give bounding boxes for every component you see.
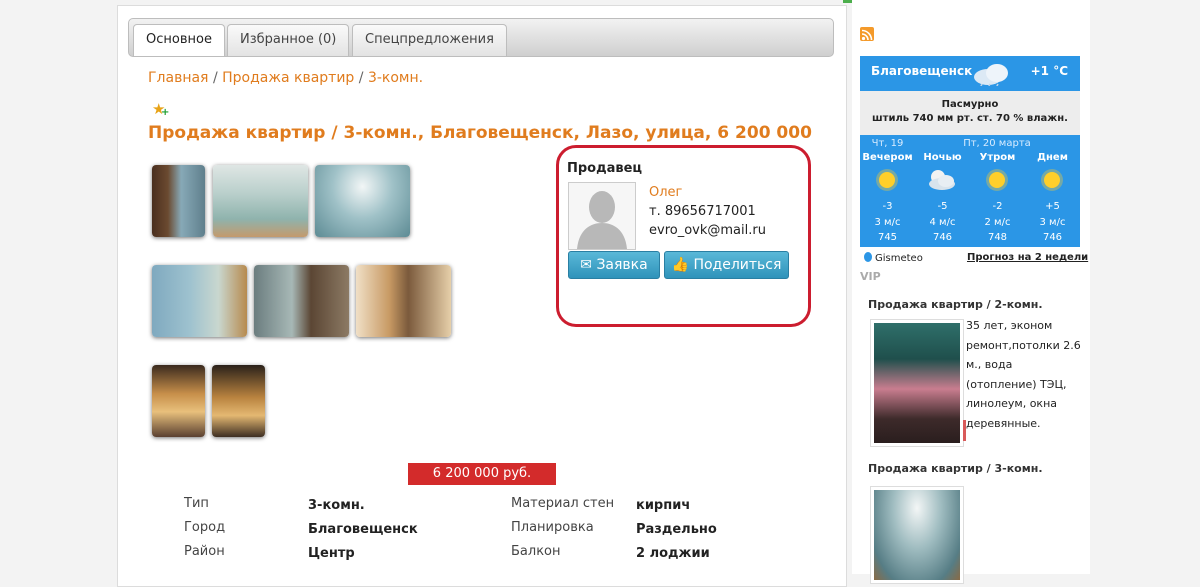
- detail-label-type: Тип: [184, 496, 209, 511]
- vip-ad-image[interactable]: [870, 319, 964, 447]
- detail-value-layout: Раздельно: [636, 522, 717, 537]
- forecast-wind: 3 м/с: [1039, 217, 1066, 228]
- weather-condition: Пасмурно: [941, 99, 999, 110]
- photo-thumbnail[interactable]: [152, 165, 205, 237]
- forecast-pressure: 745: [877, 232, 898, 243]
- detail-label-district: Район: [184, 544, 225, 559]
- detail-value-district: Центр: [308, 546, 355, 561]
- forecast-period-name: Вечером: [862, 152, 913, 163]
- forecast-temp: -5: [937, 201, 948, 212]
- thumbs-up-icon: 👍: [671, 257, 689, 273]
- weather-stats: штиль 740 мм рт. ст. 70 % влажн.: [872, 113, 1068, 124]
- forecast-pressure: 748: [987, 232, 1008, 243]
- tab-favorites[interactable]: Избранное (0): [227, 24, 350, 56]
- breadcrumb-separator: /: [358, 70, 364, 86]
- photo-thumbnail[interactable]: [212, 365, 265, 437]
- forecast-wind: 3 м/с: [874, 217, 901, 228]
- right-sidebar: Благовещенск +1 °C Пасмурно штиль 740 мм…: [852, 0, 1090, 584]
- forecast-temp: -2: [992, 201, 1003, 212]
- sun-icon: [989, 172, 1005, 188]
- forecast-wind: 2 м/с: [984, 217, 1011, 228]
- photo-thumbnail[interactable]: [213, 165, 308, 237]
- breadcrumb: Главная / Продажа квартир / 3-комн.: [148, 70, 423, 86]
- breadcrumb-home[interactable]: Главная: [148, 70, 208, 86]
- photo-thumbnail[interactable]: [254, 265, 349, 337]
- weather-current-temp: +1 °C: [1030, 64, 1068, 78]
- detail-value-walls: кирпич: [636, 498, 691, 513]
- forecast-wind: 4 м/с: [929, 217, 956, 228]
- detail-label-layout: Планировка: [511, 520, 594, 535]
- vip-ad-photo: [874, 323, 960, 443]
- vip-ad-photo: [874, 490, 960, 580]
- detail-value-type: 3-комн.: [308, 498, 365, 513]
- detail-label-balcony: Балкон: [511, 544, 561, 559]
- vip-ad-title[interactable]: Продажа квартир / 3-комн.: [868, 462, 1043, 475]
- photo-thumbnail[interactable]: [152, 265, 247, 337]
- main-content: Основное Избранное (0) Спецпредложения Г…: [117, 5, 847, 587]
- rss-icon[interactable]: [860, 27, 874, 41]
- cloud-moon-icon: [926, 168, 958, 196]
- sun-icon: [879, 172, 895, 188]
- vip-ad-description: 35 лет, эконом ремонт,потолки 2.6 м., во…: [966, 319, 1081, 430]
- forecast-temp: +5: [1045, 201, 1060, 212]
- weather-current-details: Пасмурно штиль 740 мм рт. ст. 70 % влажн…: [860, 91, 1080, 135]
- photo-thumbnail[interactable]: [315, 165, 410, 237]
- envelope-icon: ✉: [580, 257, 592, 273]
- weather-widget: Благовещенск +1 °C Пасмурно штиль 740 мм…: [860, 56, 1080, 247]
- seller-avatar: [568, 182, 636, 250]
- forecast-day-2: Пт, 20 марта: [963, 138, 1031, 149]
- share-button-label: Поделиться: [693, 257, 782, 273]
- listing-title: Продажа квартир / 3-комн., Благовещенск,…: [148, 123, 812, 143]
- seller-email: evro_ovk@mail.ru: [649, 223, 766, 238]
- vip-heading: VIP: [860, 270, 881, 283]
- page-margin: [1090, 0, 1200, 574]
- weather-city: Благовещенск: [871, 64, 973, 78]
- vip-ad-title[interactable]: Продажа квартир / 2-комн.: [868, 298, 1043, 311]
- sun-icon: [1044, 172, 1060, 188]
- price-badge: 6 200 000 руб.: [408, 463, 556, 485]
- vip-ad-image[interactable]: [870, 486, 964, 584]
- tab-main[interactable]: Основное: [133, 24, 225, 56]
- detail-label-walls: Материал стен: [511, 496, 615, 511]
- forecast-pressure: 746: [932, 232, 953, 243]
- request-button-label: Заявка: [596, 257, 648, 273]
- forecast-day-1: Чт, 19: [871, 138, 904, 149]
- forecast-period-name: Днем: [1037, 152, 1068, 163]
- two-week-forecast-link[interactable]: Прогноз на 2 недели: [967, 252, 1088, 263]
- tab-bar: Основное Избранное (0) Спецпредложения: [128, 18, 834, 57]
- breadcrumb-separator: /: [212, 70, 218, 86]
- seller-heading: Продавец: [567, 161, 643, 176]
- gismeteo-link[interactable]: Gismeteo: [864, 252, 923, 264]
- gismeteo-drop-icon: [864, 252, 872, 262]
- gismeteo-label: Gismeteo: [875, 253, 923, 264]
- forecast-period-name: Утром: [979, 152, 1016, 163]
- detail-value-balcony: 2 лоджии: [636, 546, 710, 561]
- text-cursor-marker: [963, 420, 966, 441]
- photo-thumbnail[interactable]: [356, 265, 451, 337]
- seller-phone: т. 89656717001: [649, 204, 756, 219]
- detail-label-city: Город: [184, 520, 226, 535]
- weather-header: Благовещенск +1 °C: [860, 56, 1080, 91]
- detail-value-city: Благовещенск: [308, 522, 418, 537]
- forecast-pressure: 746: [1042, 232, 1063, 243]
- forecast-temp: -3: [882, 201, 893, 212]
- weather-forecast: Чт, 19 Пт, 20 марта Вечером Ночью Утром …: [860, 135, 1080, 247]
- tab-special-offers[interactable]: Спецпредложения: [352, 24, 507, 56]
- seller-card: Продавец Олег т. 89656717001 evro_ovk@ma…: [556, 145, 811, 327]
- add-favorite-star-icon[interactable]: ★ +: [152, 101, 169, 118]
- photo-thumbnail[interactable]: [152, 365, 205, 437]
- cloud-icon: [970, 62, 1014, 90]
- share-button[interactable]: 👍 Поделиться: [664, 251, 789, 279]
- forecast-period-name: Ночью: [923, 152, 962, 163]
- breadcrumb-subsection[interactable]: 3-комн.: [368, 70, 423, 86]
- request-button[interactable]: ✉ Заявка: [568, 251, 660, 279]
- breadcrumb-section[interactable]: Продажа квартир: [222, 70, 354, 86]
- seller-name-link[interactable]: Олег: [649, 185, 682, 200]
